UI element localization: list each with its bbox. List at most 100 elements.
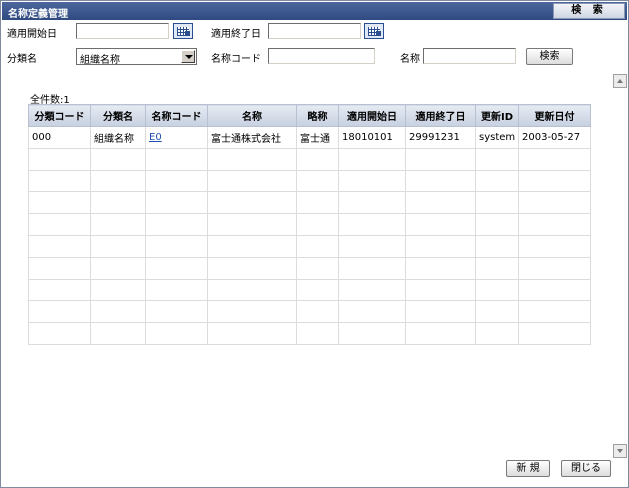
empty-cell	[28, 191, 91, 215]
empty-cell	[90, 322, 146, 345]
column-header: 分類名	[90, 104, 146, 127]
name-code-label: 名称コード	[211, 54, 261, 65]
cell-start-date: 18010101	[338, 126, 406, 149]
empty-cell	[28, 300, 91, 324]
table-row: 000 組織名称 E0 富士通株式会社 富士通 18010101 2999123…	[28, 126, 591, 149]
start-date-calendar-icon[interactable]	[173, 23, 193, 39]
table-row-empty	[28, 322, 591, 345]
column-header: 名称	[207, 104, 297, 127]
name-code-link[interactable]: E0	[149, 132, 162, 143]
empty-cell	[405, 234, 476, 258]
table-row-empty	[28, 191, 591, 215]
empty-cell	[145, 147, 208, 171]
empty-cell	[405, 213, 476, 236]
empty-cell	[405, 278, 476, 302]
empty-cell	[28, 278, 91, 302]
search-tab[interactable]: 検 索	[553, 3, 625, 19]
empty-cell	[475, 278, 519, 302]
table-row-empty	[28, 213, 591, 236]
cell-category-name: 組織名称	[90, 126, 146, 149]
name-code-field[interactable]	[268, 48, 375, 64]
empty-cell	[518, 147, 591, 171]
scroll-down-icon[interactable]	[613, 444, 627, 458]
empty-cell	[475, 147, 519, 171]
empty-cell	[90, 169, 146, 193]
table-row-empty	[28, 256, 591, 280]
empty-cell	[518, 191, 591, 215]
cell-abbreviation: 富士通	[296, 126, 339, 149]
table-row-empty	[28, 234, 591, 258]
column-header: 適用終了日	[405, 104, 476, 127]
new-button[interactable]: 新 規	[506, 460, 550, 477]
empty-cell	[405, 256, 476, 280]
empty-cell	[28, 213, 91, 236]
empty-cell	[338, 147, 406, 171]
results-table: 分類コード 分類名 名称コード 名称 略称 適用開始日 適用終了日 更新ID 更…	[28, 104, 591, 345]
column-header: 適用開始日	[338, 104, 406, 127]
category-label: 分類名	[7, 54, 37, 65]
empty-cell	[518, 169, 591, 193]
empty-cell	[207, 213, 297, 236]
empty-cell	[90, 278, 146, 302]
empty-cell	[28, 256, 91, 280]
empty-cell	[338, 278, 406, 302]
column-header: 更新ID	[475, 104, 519, 127]
cell-update-date: 2003-05-27	[518, 126, 591, 149]
window-frame: 名称定義管理 検 索 適用開始日 適用終了日 分類名 組織名称 名称コード 名称…	[0, 0, 629, 488]
column-header: 更新日付	[518, 104, 591, 127]
search-button[interactable]: 検索	[526, 48, 573, 65]
title-bar: 名称定義管理 検 索	[2, 2, 627, 20]
empty-cell	[518, 256, 591, 280]
empty-cell	[338, 322, 406, 345]
empty-cell	[28, 234, 91, 258]
table-row-empty	[28, 278, 591, 302]
chevron-down-icon[interactable]	[181, 50, 195, 63]
empty-cell	[28, 322, 91, 345]
empty-cell	[405, 322, 476, 345]
empty-cell	[90, 147, 146, 171]
empty-cell	[145, 234, 208, 258]
empty-cell	[518, 278, 591, 302]
empty-cell	[207, 169, 297, 193]
empty-cell	[145, 300, 208, 324]
empty-cell	[338, 300, 406, 324]
end-date-field[interactable]	[268, 23, 361, 39]
category-selected-value: 組織名称	[80, 55, 120, 66]
column-header: 分類コード	[28, 104, 91, 127]
empty-cell	[296, 169, 339, 193]
close-button[interactable]: 閉じる	[561, 460, 611, 477]
empty-cell	[518, 300, 591, 324]
name-field[interactable]	[423, 48, 516, 64]
empty-cell	[338, 234, 406, 258]
empty-cell	[475, 191, 519, 215]
category-select[interactable]: 組織名称	[76, 48, 197, 66]
table-row-empty	[28, 169, 591, 193]
start-date-field[interactable]	[76, 23, 169, 39]
window-title: 名称定義管理	[8, 9, 68, 20]
cell-name-code: E0	[145, 126, 208, 149]
vertical-scrollbar[interactable]	[613, 74, 627, 458]
empty-cell	[405, 191, 476, 215]
empty-cell	[145, 213, 208, 236]
empty-cell	[207, 300, 297, 324]
empty-cell	[296, 191, 339, 215]
empty-cell	[207, 147, 297, 171]
end-date-calendar-icon[interactable]	[364, 23, 384, 39]
empty-cell	[145, 169, 208, 193]
cell-end-date: 29991231	[405, 126, 476, 149]
table-row-empty	[28, 300, 591, 324]
empty-cell	[145, 322, 208, 345]
empty-cell	[28, 169, 91, 193]
empty-cell	[296, 322, 339, 345]
empty-cell	[475, 234, 519, 258]
scroll-up-icon[interactable]	[613, 74, 627, 88]
empty-cell	[405, 147, 476, 171]
empty-cell	[475, 322, 519, 345]
empty-cell	[296, 213, 339, 236]
empty-cell	[28, 147, 91, 171]
start-date-label: 適用開始日	[7, 29, 57, 40]
empty-cell	[296, 278, 339, 302]
empty-cell	[296, 300, 339, 324]
empty-cell	[90, 256, 146, 280]
empty-cell	[475, 300, 519, 324]
